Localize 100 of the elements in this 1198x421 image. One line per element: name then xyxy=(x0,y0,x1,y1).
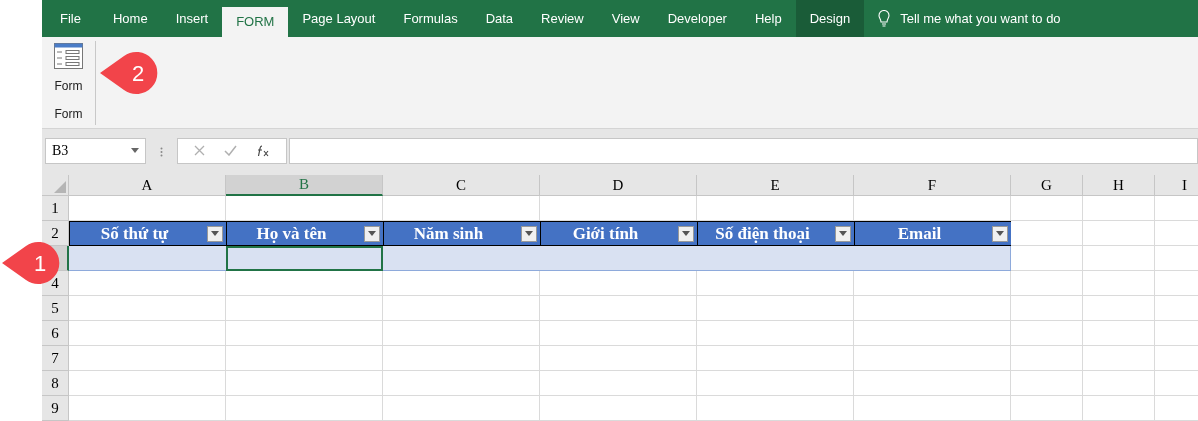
table-cell[interactable] xyxy=(383,246,540,271)
grid-cell[interactable] xyxy=(540,296,697,321)
row-header[interactable]: 5 xyxy=(42,296,69,321)
row-header[interactable]: 9 xyxy=(42,396,69,421)
grid-cell[interactable] xyxy=(854,371,1011,396)
grid-cell[interactable] xyxy=(1011,371,1083,396)
grid-cell[interactable] xyxy=(383,371,540,396)
grid-cell[interactable] xyxy=(854,321,1011,346)
ribbon-tab[interactable]: View xyxy=(597,0,654,37)
grid-cell[interactable] xyxy=(854,396,1011,421)
grid-cell[interactable] xyxy=(540,396,697,421)
grid-cell[interactable] xyxy=(69,346,226,371)
grid-cell[interactable] xyxy=(383,321,540,346)
grid-cell[interactable] xyxy=(1083,321,1155,346)
column-header[interactable]: A xyxy=(69,175,226,196)
filter-dropdown[interactable] xyxy=(835,225,851,242)
grid-cell[interactable] xyxy=(226,371,383,396)
grid-cell[interactable] xyxy=(1011,296,1083,321)
grid-cell[interactable] xyxy=(540,271,697,296)
grid-cell[interactable] xyxy=(226,396,383,421)
grid-cell[interactable] xyxy=(1011,271,1083,296)
grid-cell[interactable] xyxy=(1011,246,1083,271)
ribbon-tab[interactable]: Page Layout xyxy=(288,0,390,37)
row-header[interactable]: 2 xyxy=(42,221,69,246)
grid-cell[interactable] xyxy=(1011,396,1083,421)
grid-cell[interactable] xyxy=(1011,346,1083,371)
filter-dropdown[interactable] xyxy=(992,225,1008,242)
ribbon-tab[interactable]: Insert xyxy=(161,0,223,37)
table-cell[interactable] xyxy=(854,246,1011,271)
grid-cell[interactable] xyxy=(226,346,383,371)
select-all-corner[interactable] xyxy=(42,175,69,196)
column-header[interactable]: C xyxy=(383,175,540,196)
grid-cell[interactable] xyxy=(854,296,1011,321)
grid-cell[interactable] xyxy=(540,371,697,396)
row-header[interactable]: 8 xyxy=(42,371,69,396)
grid-cell[interactable] xyxy=(1011,321,1083,346)
ribbon-tab[interactable]: Design xyxy=(795,0,865,37)
grid-cell[interactable] xyxy=(383,296,540,321)
grid-cell[interactable] xyxy=(69,296,226,321)
active-cell[interactable] xyxy=(226,246,383,271)
ribbon-tab[interactable]: Developer xyxy=(653,0,741,37)
grid-cell[interactable] xyxy=(1011,221,1083,246)
column-header[interactable]: B xyxy=(226,175,383,196)
ribbon-tab[interactable]: Review xyxy=(527,0,598,37)
checkmark-icon[interactable] xyxy=(224,145,237,157)
grid-cell[interactable] xyxy=(697,271,854,296)
table-cell[interactable] xyxy=(69,246,226,271)
grid-cell[interactable] xyxy=(69,271,226,296)
column-header[interactable]: D xyxy=(540,175,697,196)
ribbon-tab[interactable]: Help xyxy=(740,0,796,37)
grid-cell[interactable] xyxy=(1083,196,1155,221)
column-header[interactable]: I xyxy=(1155,175,1198,196)
filter-dropdown[interactable] xyxy=(207,225,223,242)
grid-cell[interactable] xyxy=(697,346,854,371)
name-box[interactable]: B3 xyxy=(45,137,146,164)
grid-cell[interactable] xyxy=(697,396,854,421)
grid-cell[interactable] xyxy=(1083,371,1155,396)
row-header[interactable]: 1 xyxy=(42,196,69,221)
grid-cell[interactable] xyxy=(1083,346,1155,371)
filter-dropdown[interactable] xyxy=(678,225,694,242)
grid-cell[interactable] xyxy=(383,271,540,296)
column-header[interactable]: E xyxy=(697,175,854,196)
grid-cell[interactable] xyxy=(697,296,854,321)
grid-cell[interactable] xyxy=(1083,221,1155,246)
grid-cell[interactable] xyxy=(383,396,540,421)
row-header[interactable]: 7 xyxy=(42,346,69,371)
grid-cell[interactable] xyxy=(226,321,383,346)
tell-me-search[interactable]: Tell me what you want to do xyxy=(900,8,1061,29)
grid-cell[interactable] xyxy=(540,346,697,371)
grid-cell[interactable] xyxy=(1083,296,1155,321)
grid-cell[interactable] xyxy=(1083,271,1155,296)
grid-cell[interactable] xyxy=(697,321,854,346)
ribbon-tab[interactable]: Home xyxy=(98,0,162,37)
ribbon-tab[interactable]: Formulas xyxy=(389,0,472,37)
grid-cell[interactable] xyxy=(697,371,854,396)
column-header[interactable]: H xyxy=(1083,175,1155,196)
grid-cell[interactable] xyxy=(383,346,540,371)
function-icon[interactable] xyxy=(256,144,271,157)
form-button[interactable]: Form xyxy=(54,41,83,95)
ribbon-tab[interactable]: File xyxy=(46,0,99,37)
grid-cell[interactable] xyxy=(854,271,1011,296)
column-header[interactable]: G xyxy=(1011,175,1083,196)
grid-cell[interactable] xyxy=(226,271,383,296)
grid-cell[interactable] xyxy=(1011,196,1083,221)
grid-cell[interactable] xyxy=(69,321,226,346)
filter-dropdown[interactable] xyxy=(521,225,537,242)
filter-dropdown[interactable] xyxy=(364,225,380,242)
grid-cell[interactable] xyxy=(226,296,383,321)
grid-cell[interactable] xyxy=(1083,246,1155,271)
row-header[interactable]: 6 xyxy=(42,321,69,346)
grid-cell[interactable] xyxy=(540,321,697,346)
column-header[interactable]: F xyxy=(854,175,1011,196)
grid-cell[interactable] xyxy=(69,371,226,396)
cancel-icon[interactable] xyxy=(193,145,205,157)
ribbon-tab[interactable]: FORM xyxy=(222,7,289,37)
grid-cell[interactable] xyxy=(1083,396,1155,421)
ribbon-tab[interactable]: Data xyxy=(471,0,528,37)
grid-cell[interactable] xyxy=(854,346,1011,371)
grid-cell[interactable] xyxy=(69,396,226,421)
formula-input[interactable] xyxy=(289,137,1198,164)
